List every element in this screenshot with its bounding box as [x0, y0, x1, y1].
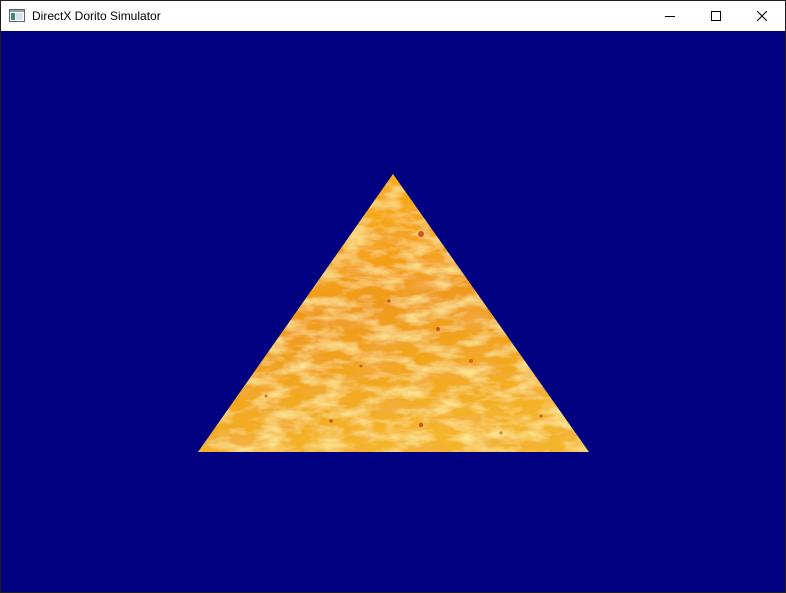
title-bar[interactable]: DirectX Dorito Simulator	[1, 1, 785, 31]
close-icon	[757, 11, 767, 21]
maximize-icon	[711, 11, 721, 21]
window-title: DirectX Dorito Simulator	[32, 9, 161, 23]
render-surface	[198, 174, 589, 452]
application-window-icon	[9, 9, 25, 22]
minimize-button[interactable]	[647, 1, 693, 31]
close-button[interactable]	[739, 1, 785, 31]
app-window: DirectX Dorito Simulator	[0, 0, 786, 593]
maximize-button[interactable]	[693, 1, 739, 31]
minimize-icon	[665, 16, 675, 17]
render-viewport[interactable]	[1, 31, 785, 592]
dorito-triangle	[198, 174, 589, 452]
